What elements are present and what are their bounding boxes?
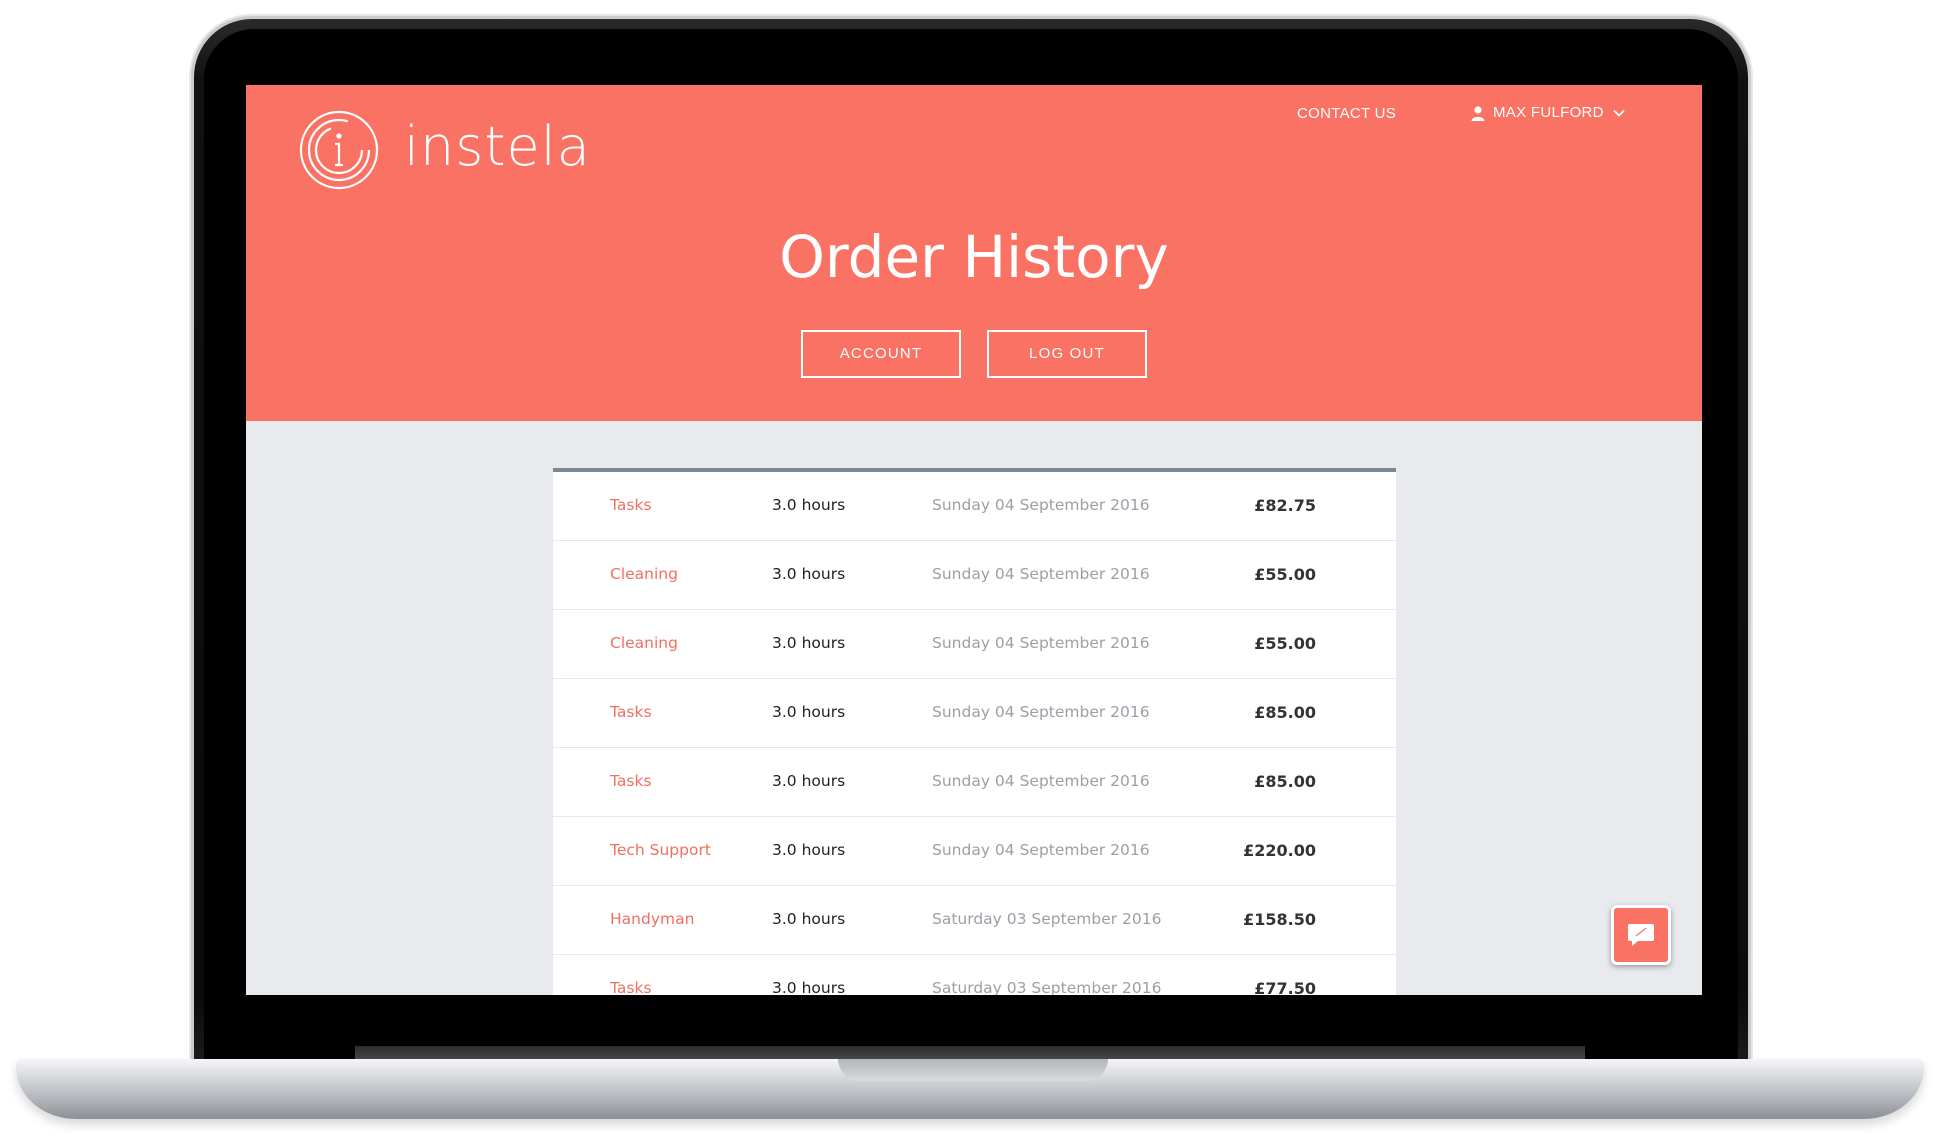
order-date: Saturday 03 September 2016 <box>932 910 1162 928</box>
order-row[interactable]: Tasks 3.0 hours Sunday 04 September 2016 £8… <box>553 679 1396 748</box>
logout-button[interactable]: LOG OUT <box>987 330 1147 378</box>
order-service[interactable]: Tasks <box>610 496 652 514</box>
order-hours: 3.0 hours <box>772 910 846 928</box>
account-button[interactable]: ACCOUNT <box>801 330 961 378</box>
order-price: £85.00 <box>1254 772 1316 791</box>
order-row[interactable]: Tasks 3.0 hours Sunday 04 September 2016 £8… <box>553 748 1396 817</box>
chat-bubble-icon <box>1628 924 1654 946</box>
order-price: £55.00 <box>1254 634 1316 653</box>
brand-name[interactable]: instela <box>404 115 591 178</box>
order-service[interactable]: Cleaning <box>610 634 678 652</box>
order-price: £77.50 <box>1254 979 1316 995</box>
order-row[interactable]: Cleaning 3.0 hours Sunday 04 September 201… <box>553 610 1396 679</box>
order-date: Sunday 04 September 2016 <box>932 496 1150 514</box>
order-date: Sunday 04 September 2016 <box>932 634 1150 652</box>
user-menu[interactable]: MAX FULFORD <box>1470 104 1626 121</box>
order-date: Sunday 04 September 2016 <box>932 565 1150 583</box>
order-service[interactable]: Cleaning <box>610 565 678 583</box>
order-date: Saturday 03 September 2016 <box>932 979 1162 995</box>
order-hours: 3.0 hours <box>772 703 846 721</box>
contact-us-link[interactable]: CONTACT US <box>1297 105 1396 122</box>
user-icon <box>1471 105 1485 121</box>
order-date: Sunday 04 September 2016 <box>932 703 1150 721</box>
laptop-hinge <box>355 1046 1585 1059</box>
order-price: £220.00 <box>1243 841 1316 860</box>
order-price: £55.00 <box>1254 565 1316 584</box>
order-service[interactable]: Tasks <box>610 703 652 721</box>
order-price: £158.50 <box>1243 910 1316 929</box>
order-service[interactable]: Tasks <box>610 772 652 790</box>
order-price: £85.00 <box>1254 703 1316 722</box>
instela-logo-icon[interactable] <box>298 109 380 191</box>
order-row[interactable]: Tech Support 3.0 hours Sunday 04 September… <box>553 817 1396 886</box>
header-banner: instela CONTACT US MAX FULFORD Order His… <box>246 85 1702 421</box>
order-history-table: Tasks 3.0 hours Sunday 04 September 2016 £8… <box>553 468 1396 995</box>
order-hours: 3.0 hours <box>772 565 846 583</box>
screen: instela CONTACT US MAX FULFORD Order His… <box>246 85 1702 995</box>
order-hours: 3.0 hours <box>772 634 846 652</box>
order-date: Sunday 04 September 2016 <box>932 841 1150 859</box>
order-row[interactable]: Tasks 3.0 hours Saturday 03 September 2016… <box>553 955 1396 995</box>
order-row[interactable]: Cleaning 3.0 hours Sunday 04 September 201… <box>553 541 1396 610</box>
order-row[interactable]: Tasks 3.0 hours Sunday 04 September 2016 £8… <box>553 472 1396 541</box>
page-title: Order History <box>779 223 1169 291</box>
order-row[interactable]: Handyman 3.0 hours Saturday 03 September 2… <box>553 886 1396 955</box>
order-service[interactable]: Handyman <box>610 910 694 928</box>
order-price: £82.75 <box>1254 496 1316 515</box>
order-date: Sunday 04 September 2016 <box>932 772 1150 790</box>
order-hours: 3.0 hours <box>772 979 846 995</box>
chevron-down-icon <box>1613 109 1625 117</box>
order-hours: 3.0 hours <box>772 841 846 859</box>
order-service[interactable]: Tasks <box>610 979 652 995</box>
order-hours: 3.0 hours <box>772 772 846 790</box>
laptop-base-groove <box>838 1059 1108 1081</box>
chat-button[interactable] <box>1611 905 1671 965</box>
order-service[interactable]: Tech Support <box>610 841 711 859</box>
order-hours: 3.0 hours <box>772 496 846 514</box>
user-name: MAX FULFORD <box>1493 104 1604 121</box>
